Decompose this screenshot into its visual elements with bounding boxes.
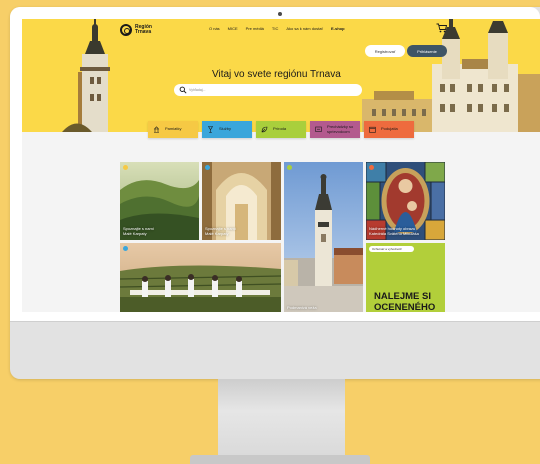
top-navigation-bar: Región Trnava O nás MICE Pre médiá TIC A…	[22, 19, 540, 41]
promo-headline: NALEJME SI	[374, 291, 432, 302]
nav-item-mice[interactable]: MICE	[228, 26, 238, 31]
category-label: Príroda	[273, 126, 287, 132]
tile-town-tower[interactable]: Podmanivá veža	[284, 162, 363, 312]
tile-male-karpaty[interactable]: Spoznajte s nami Malé Karpaty	[120, 162, 199, 240]
main-menu: O nás MICE Pre médiá TIC Ako sa k nám do…	[209, 26, 345, 31]
category-pamiatky[interactable]: Pamiatky	[148, 121, 198, 138]
nav-item-pre-media[interactable]: Pre médiá	[246, 26, 264, 31]
nav-item-o-nas[interactable]: O nás	[209, 26, 220, 31]
tile-wine-promo[interactable]: Ochutnať a vyhodnotiť NALEJME SI OCENENÉ…	[366, 243, 445, 312]
shopping-cart-icon[interactable]	[436, 23, 447, 33]
tile-badge-icon	[123, 165, 128, 170]
nav-item-tic[interactable]: TIC	[272, 26, 278, 31]
search-bar[interactable]: Vyhľadaj...	[174, 84, 362, 96]
site-logo[interactable]: Región Trnava	[120, 24, 152, 36]
glass-icon	[207, 126, 214, 133]
leaf-icon	[261, 126, 268, 133]
tile-caption: Malé Karpaty	[123, 230, 147, 236]
monument-icon	[153, 126, 160, 133]
tile-caption: Malé Karpaty	[205, 230, 229, 236]
tile-vineyard-event[interactable]	[120, 243, 281, 312]
tile-badge-icon	[123, 246, 128, 251]
tile-badge-icon	[287, 165, 292, 170]
promo-headline: OCENENÉHO	[374, 302, 436, 312]
camera-icon	[278, 12, 282, 16]
category-sluzby[interactable]: Služby	[202, 121, 252, 138]
monitor-stand	[218, 379, 345, 459]
search-input[interactable]: Vyhľadaj...	[189, 88, 205, 92]
hero-title: Vitaj vo svete regiónu Trnava	[212, 69, 341, 80]
tile-stained-glass[interactable]: Nádherné hodnoty obrazu Katedrála Svätéh…	[366, 162, 445, 240]
tile-badge-icon	[369, 165, 374, 170]
website-screen: Región Trnava O nás MICE Pre médiá TIC A…	[22, 19, 540, 312]
category-prechadzky[interactable]: Prechádzky so sprievodcom	[310, 121, 360, 138]
tile-badge-icon	[205, 165, 210, 170]
hero-banner: Región Trnava O nás MICE Pre médiá TIC A…	[22, 19, 540, 132]
promo-chip[interactable]: Ochutnať a vyhodnotiť	[369, 246, 414, 252]
tile-caption: Katedrála Svätého Mikuláša	[369, 230, 419, 236]
category-priroda[interactable]: Príroda	[256, 121, 306, 138]
nav-item-eshop[interactable]: E-shop	[331, 26, 345, 31]
category-label: Služby	[219, 126, 232, 132]
nav-item-ako-sa-dostat[interactable]: Ako sa k nám dostať	[286, 26, 323, 31]
tile-church-interior[interactable]: Spoznajte s nami Malé Karpaty	[202, 162, 281, 240]
login-button[interactable]: Prihlásenie	[407, 45, 447, 57]
category-label: Prechádzky so sprievodcom	[327, 124, 354, 134]
tile-caption: Podmanivá veža	[287, 305, 317, 310]
register-button[interactable]: Registrovať	[365, 45, 405, 57]
search-icon[interactable]	[179, 86, 187, 94]
calendar-icon	[369, 126, 376, 133]
vineyard-photo	[120, 243, 281, 312]
promo-chip-label: Ochutnať a vyhodnotiť	[372, 247, 402, 251]
category-podujatia[interactable]: Podujatia	[364, 121, 414, 138]
guide-icon	[315, 126, 322, 132]
logo-line-2: Trnava	[135, 29, 152, 35]
town-tower-photo	[284, 162, 363, 312]
category-label: Pamiatky	[165, 126, 182, 132]
logo-icon	[120, 24, 132, 36]
monitor-stand-base	[190, 455, 370, 464]
monitor-chin-divider	[10, 321, 540, 322]
category-label: Podujatia	[381, 126, 398, 132]
